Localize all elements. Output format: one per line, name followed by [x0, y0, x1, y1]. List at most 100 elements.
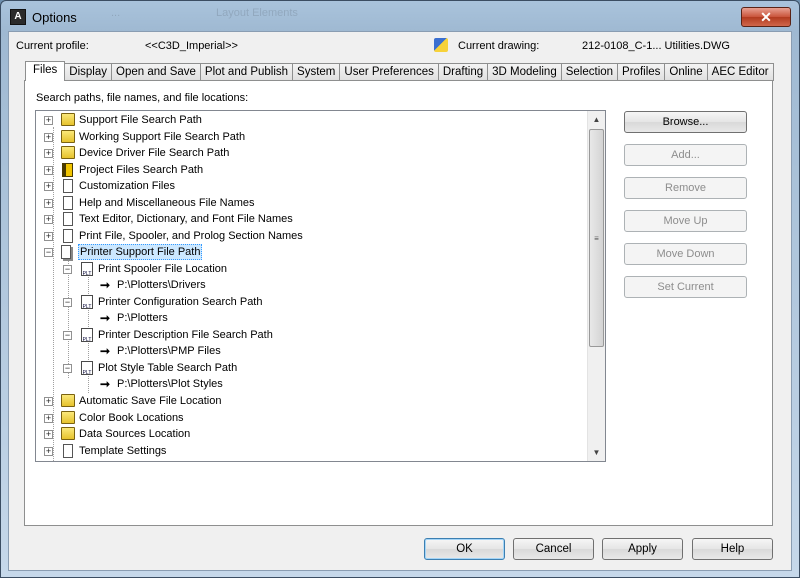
file-locations-tree[interactable]: + Support File Search Path + Working Sup… [35, 110, 606, 462]
tree-item-label: Device Driver File Search Path [79, 147, 230, 159]
tree-item-label: Help and Miscellaneous File Names [79, 197, 255, 209]
collapse-icon[interactable]: − [63, 265, 72, 274]
tree-item-label: Print File, Spooler, and Prolog Section … [79, 230, 303, 242]
tab-user-preferences[interactable]: User Preferences [340, 63, 439, 81]
add-button[interactable]: Add... [624, 144, 747, 166]
search-paths-caption: Search paths, file names, and file locat… [36, 92, 249, 104]
expand-icon[interactable]: + [44, 182, 53, 191]
tree-item-label: Plot Style Table Search Path [98, 362, 238, 374]
collapse-icon[interactable]: − [63, 298, 72, 307]
tree-item-label: Automatic Save File Location [79, 395, 222, 407]
plot-file-icon: PLT [81, 295, 93, 310]
tree-vertical-scrollbar[interactable]: ▲ ≡ ▼ [587, 111, 605, 461]
tab-online[interactable]: Online [665, 63, 708, 81]
tree-item-label: P:\Plotters\PMP Files [117, 345, 221, 357]
tree-item-color-book-locations[interactable]: + Color Book Locations [36, 410, 596, 426]
tree-item-label: Support File Search Path [79, 114, 202, 126]
tree-item-print-file-spooler-prolog[interactable]: + Print File, Spooler, and Prolog Sectio… [36, 228, 596, 244]
expand-icon[interactable]: + [44, 133, 53, 142]
arrow-icon: ➞ [100, 344, 111, 358]
tree-item-printer-configuration-search-path[interactable]: − PLT Printer Configuration Search Path [36, 294, 596, 310]
tree-item-help-and-misc-file-names[interactable]: + Help and Miscellaneous File Names [36, 195, 596, 211]
tab-drafting[interactable]: Drafting [438, 63, 489, 81]
document-icon [63, 196, 73, 210]
tree-item-working-support-file-search-path[interactable]: + Working Support File Search Path [36, 129, 596, 145]
tab-3d-modeling[interactable]: 3D Modeling [488, 63, 562, 81]
scroll-down-arrow-icon[interactable]: ▼ [588, 444, 605, 461]
tree-item-path-value[interactable]: ➞ P:\Plotters\PMP Files [36, 343, 596, 359]
arrow-icon: ➞ [100, 278, 111, 292]
tree-item-project-files-search-path[interactable]: + Project Files Search Path [36, 162, 596, 178]
set-current-button[interactable]: Set Current [624, 276, 747, 298]
collapse-icon[interactable]: − [63, 364, 72, 373]
folder-icon [61, 130, 75, 143]
document-icon [63, 212, 73, 226]
tree-item-template-settings[interactable]: + Template Settings [36, 443, 596, 459]
tree-item-printer-support-file-path[interactable]: − Printer Support File Path [36, 244, 596, 260]
cancel-button[interactable]: Cancel [513, 538, 594, 560]
autocad-app-icon: A [10, 9, 26, 25]
move-down-button[interactable]: Move Down [624, 243, 747, 265]
close-button[interactable]: ✕ [741, 7, 791, 27]
current-drawing-label: Current drawing: [458, 40, 540, 52]
tab-open-and-save[interactable]: Open and Save [112, 63, 201, 81]
help-button[interactable]: Help [692, 538, 773, 560]
collapse-icon[interactable]: − [44, 248, 53, 257]
document-icon [63, 229, 73, 243]
tree-item-printer-description-file-search-path[interactable]: − PLT Printer Description File Search Pa… [36, 327, 596, 343]
tree-item-label: P:\Plotters\Drivers [117, 279, 206, 291]
apply-button[interactable]: Apply [602, 538, 683, 560]
expand-icon[interactable]: + [44, 166, 53, 175]
scroll-thumb[interactable]: ≡ [589, 129, 604, 347]
current-profile-label: Current profile: [16, 40, 89, 52]
expand-icon[interactable]: + [44, 447, 53, 456]
drawing-icon [434, 38, 448, 52]
tab-profiles[interactable]: Profiles [618, 63, 666, 81]
tree-item-text-editor-dictionary-font[interactable]: + Text Editor, Dictionary, and Font File… [36, 211, 596, 227]
expand-icon[interactable]: + [44, 116, 53, 125]
tree-item-data-sources-location[interactable]: + Data Sources Location [36, 426, 596, 442]
plot-file-icon: PLT [81, 262, 93, 277]
tab-display[interactable]: Display [65, 63, 112, 81]
tab-aec-editor[interactable]: AEC Editor [707, 63, 774, 81]
tab-strip: Files Display Open and Save Plot and Pub… [25, 61, 774, 81]
scroll-up-arrow-icon[interactable]: ▲ [588, 111, 605, 128]
tab-plot-and-publish[interactable]: Plot and Publish [200, 63, 294, 81]
documents-icon [61, 245, 71, 259]
tree-item-print-spooler-file-location[interactable]: − PLT Print Spooler File Location [36, 261, 596, 277]
tree-item-path-value[interactable]: ➞ P:\Plotters [36, 310, 596, 326]
browse-button[interactable]: Browse... [624, 111, 747, 133]
folder-icon [61, 427, 75, 440]
expand-icon[interactable]: + [44, 199, 53, 208]
ok-button[interactable]: OK [424, 538, 505, 560]
collapse-icon[interactable]: − [63, 331, 72, 340]
title-bar[interactable]: A Options ... Layout Elements ✕ [1, 1, 800, 35]
book-icon [62, 163, 73, 177]
plot-file-icon: PLT [81, 328, 93, 343]
expand-icon[interactable]: + [44, 149, 53, 158]
tree-item-label: Text Editor, Dictionary, and Font File N… [79, 213, 293, 225]
expand-icon[interactable]: + [44, 414, 53, 423]
background-window-title: Layout Elements [216, 7, 298, 19]
expand-icon[interactable]: + [44, 397, 53, 406]
tree-item-label: Printer Configuration Search Path [98, 296, 263, 308]
arrow-icon: ➞ [100, 311, 111, 325]
move-up-button[interactable]: Move Up [624, 210, 747, 232]
tab-files[interactable]: Files [25, 61, 66, 81]
tab-system[interactable]: System [293, 63, 341, 81]
remove-button[interactable]: Remove [624, 177, 747, 199]
tree-item-path-value[interactable]: ➞ P:\Plotters\Drivers [36, 277, 596, 293]
tree-item-automatic-save-file-location[interactable]: + Automatic Save File Location [36, 393, 596, 409]
tree-item-support-file-search-path[interactable]: + Support File Search Path [36, 112, 596, 128]
tree-item-path-value[interactable]: ➞ P:\Plotters\Plot Styles [36, 376, 596, 392]
tree-item-customization-files[interactable]: + Customization Files [36, 178, 596, 194]
tree-item-label: Printer Description File Search Path [98, 329, 273, 341]
plot-file-icon: PLT [81, 361, 93, 376]
expand-icon[interactable]: + [44, 232, 53, 241]
expand-icon[interactable]: + [44, 215, 53, 224]
tree-item-device-driver-file-search-path[interactable]: + Device Driver File Search Path [36, 145, 596, 161]
tree-item-plot-style-table-search-path[interactable]: − PLT Plot Style Table Search Path [36, 360, 596, 376]
tab-selection[interactable]: Selection [561, 63, 619, 81]
tree-item-label: Print Spooler File Location [98, 263, 228, 275]
expand-icon[interactable]: + [44, 430, 53, 439]
